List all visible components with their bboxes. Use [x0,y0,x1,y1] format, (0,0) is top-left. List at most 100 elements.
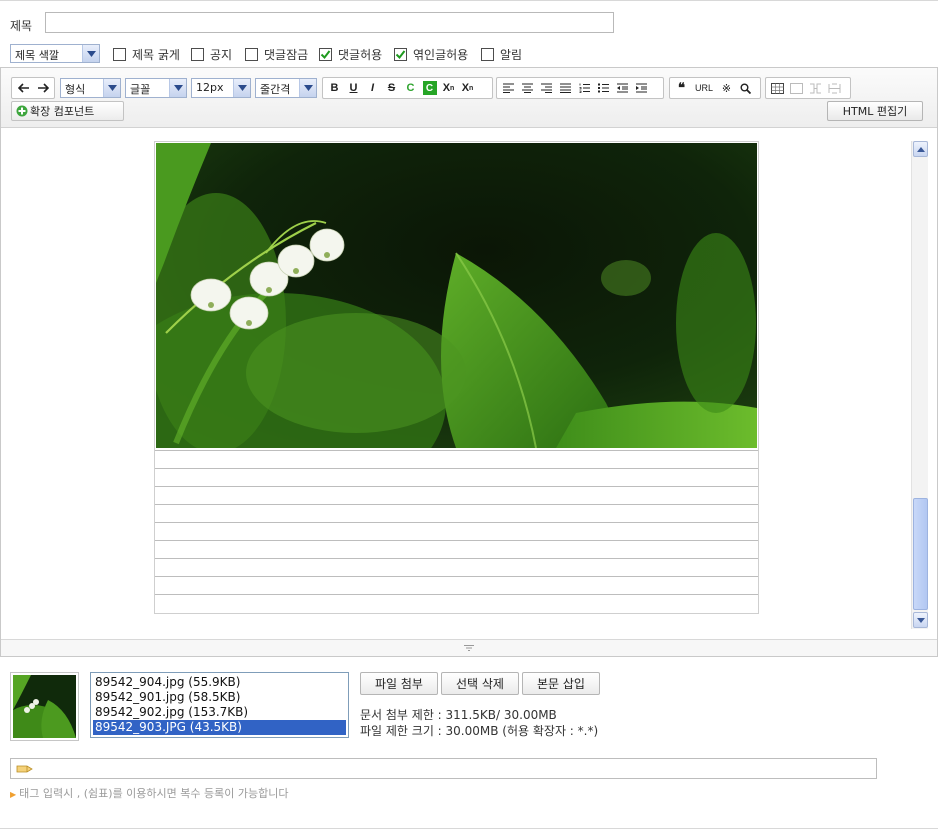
plus-icon [16,105,28,117]
allow-comments-option[interactable]: 댓글허용 [319,46,382,62]
document-line [155,450,758,451]
background-color-button[interactable]: C [420,79,439,97]
strike-button[interactable]: S [382,79,401,97]
attachment-file-item-selected[interactable]: 89542_903.JPG (43.5KB) [93,720,346,735]
document-line [155,468,758,469]
bold-title-checkbox[interactable] [113,47,126,61]
history-group [11,77,55,99]
indent-icon [636,83,647,93]
font-size-value: 12px [196,81,224,94]
document-page[interactable] [154,141,759,614]
align-left-icon [503,83,514,93]
attachment-file-list[interactable]: 89542_904.jpg (55.9KB) 89542_901.jpg (58… [90,672,349,738]
check-icon [395,49,406,59]
italic-button[interactable]: I [363,79,382,97]
merge-cells-button[interactable] [806,79,825,97]
strike-glyph: S [387,82,396,94]
font-size-select[interactable]: 12px [191,78,251,98]
document-line [155,594,758,595]
scroll-up-button[interactable] [913,141,928,157]
indent-button[interactable] [632,79,651,97]
align-right-button[interactable] [537,79,556,97]
ordered-list-icon [579,83,590,93]
title-color-select[interactable]: 제목 색깔 [10,44,100,63]
lock-comments-label: 댓글잠금 [264,47,309,62]
unordered-list-icon [598,83,609,93]
attach-file-label: 파일 첨부 [375,677,423,691]
underline-button[interactable]: U [344,79,363,97]
allow-comments-checkbox[interactable] [319,47,332,61]
redo-button[interactable] [33,79,52,97]
text-style-group: B U I S C C Xn Xn [322,77,493,99]
superscript-glyph: X [442,82,451,94]
document-line [155,558,758,559]
html-editor-button[interactable]: HTML 편집기 [827,101,923,121]
tag-input[interactable] [10,758,877,779]
extension-component-button[interactable]: 확장 컴포넌트 [11,101,124,121]
allow-trackbacks-checkbox[interactable] [394,47,407,61]
font-color-button[interactable]: C [401,79,420,97]
title-label: 제목 [10,19,33,33]
notify-checkbox[interactable] [481,47,494,61]
table-button[interactable] [768,79,787,97]
url-button[interactable]: URL [691,79,717,97]
scrollbar-thumb[interactable] [913,498,928,610]
rich-text-editor: 형식 글꼴 12px 줄간격 B U I S C C Xn Xn ❝ URL ※… [0,67,938,657]
subscript-glyph: X [461,82,470,94]
bold-title-option[interactable]: 제목 굵게 [113,46,180,62]
quote-icon: ❝ [678,80,685,95]
title-input[interactable] [45,12,614,33]
scroll-down-button[interactable] [913,612,928,628]
attachment-file-item[interactable]: 89542_901.jpg (58.5KB) [93,690,346,705]
notify-option[interactable]: 알림 [481,46,522,62]
quote-button[interactable]: ❝ [672,79,691,97]
editor-resize-handle[interactable] [1,639,937,656]
search-icon [740,83,751,94]
attachment-file-item[interactable]: 89542_904.jpg (55.9KB) [93,675,346,690]
attach-file-button[interactable]: 파일 첨부 [360,672,438,695]
cell-icon [790,82,803,94]
delete-selected-button[interactable]: 선택 삭제 [441,672,519,695]
outdent-button[interactable] [613,79,632,97]
attachment-file-item[interactable]: 89542_902.jpg (153.7KB) [93,705,346,720]
ordered-list-button[interactable] [575,79,594,97]
superscript-button[interactable]: Xn [439,79,458,97]
lily-of-the-valley-image[interactable] [156,143,757,448]
editor-content-area[interactable] [1,129,937,639]
format-select[interactable]: 형식 [60,78,121,98]
lock-comments-checkbox[interactable] [245,47,258,61]
vertical-scrollbar[interactable] [911,141,928,629]
align-center-button[interactable] [518,79,537,97]
insert-into-body-button[interactable]: 본문 삽입 [522,672,600,695]
justify-button[interactable] [556,79,575,97]
cell-button[interactable] [787,79,806,97]
arrow-right-icon [37,83,49,93]
split-cells-button[interactable] [825,79,844,97]
notice-option[interactable]: 공지 [191,46,232,62]
undo-button[interactable] [14,79,33,97]
chevron-down-icon [299,79,316,97]
insert-group: ❝ URL ※ [669,77,761,99]
unordered-list-button[interactable] [594,79,613,97]
notice-checkbox[interactable] [191,47,204,61]
bold-button[interactable]: B [325,79,344,97]
top-divider [0,0,938,1]
subscript-button[interactable]: Xn [458,79,477,97]
allow-trackbacks-option[interactable]: 엮인글허용 [394,46,468,62]
search-button[interactable] [736,79,755,97]
lock-comments-option[interactable]: 댓글잠금 [245,46,308,62]
url-label: URL [694,83,713,93]
special-char-button[interactable]: ※ [717,79,736,97]
line-height-select[interactable]: 줄간격 [255,78,317,98]
document-line [155,486,758,487]
attachment-thumbnail [13,675,76,738]
chevron-down-icon [233,79,250,97]
align-left-button[interactable] [499,79,518,97]
document-attachment-limit: 문서 첨부 제한 : 311.5KB/ 30.00MB [360,708,557,722]
justify-icon [560,83,571,93]
title-color-value: 제목 색깔 [15,49,59,62]
table-group [765,77,851,99]
font-select[interactable]: 글꼴 [125,78,187,98]
tag-hint-text: 태그 입력시 , (쉼표)를 이용하시면 복수 등록이 가능합니다 [19,787,289,800]
editor-toolbar: 형식 글꼴 12px 줄간격 B U I S C C Xn Xn ❝ URL ※… [1,68,937,128]
